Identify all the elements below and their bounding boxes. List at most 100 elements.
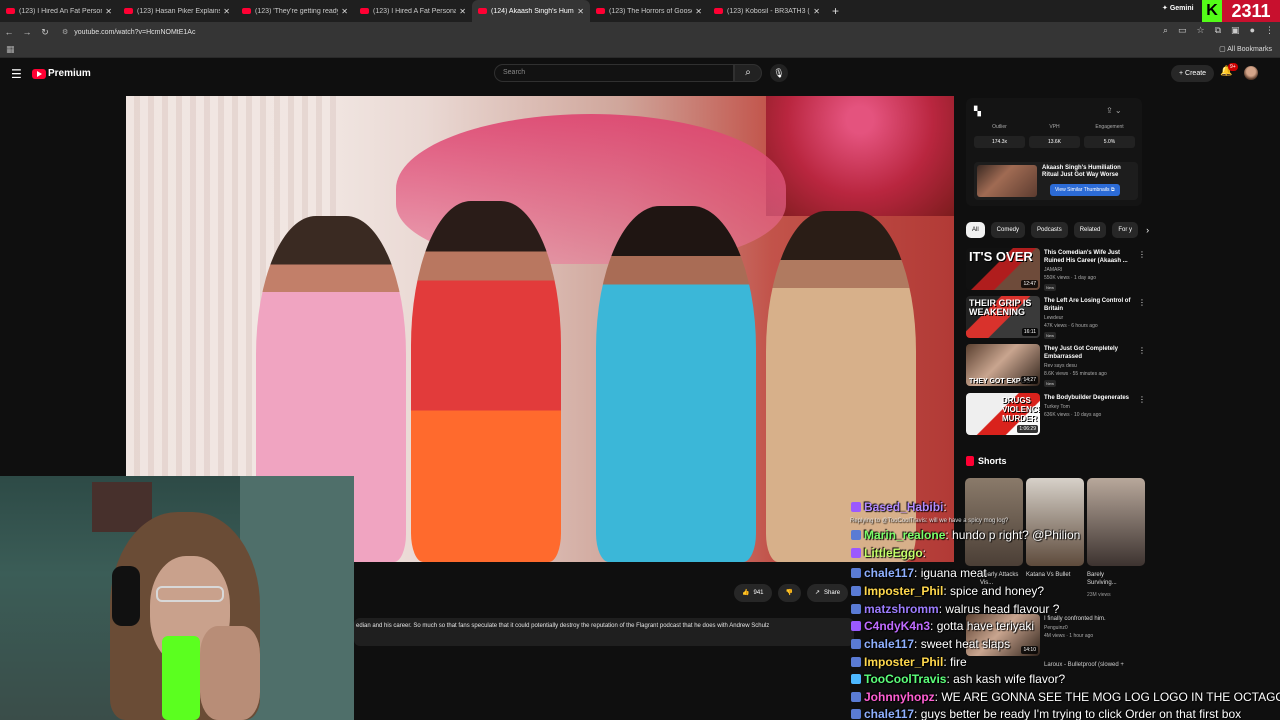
chat-username: chale117 (864, 707, 915, 720)
channel-name[interactable]: Lewdeur (1044, 315, 1063, 321)
more-options-icon[interactable]: ⋮ (1138, 250, 1146, 259)
chip-for-you[interactable]: For y (1112, 222, 1139, 238)
youtube-favicon-icon (478, 8, 487, 14)
video-thumbnail[interactable]: THEY GOT EXPOS 14:27 (966, 344, 1040, 386)
glasses-icon (156, 586, 224, 602)
channel-name[interactable]: Turkey Tom (1044, 404, 1070, 410)
new-badge: New (1044, 332, 1057, 339)
forward-icon[interactable]: → (18, 27, 36, 37)
chat-colon: : (914, 707, 921, 720)
stat-outlier: Outlier 174.3x (974, 124, 1025, 148)
close-icon[interactable]: ✕ (695, 7, 702, 16)
browser-tab[interactable]: (123) 'They're getting ready fo✕ (236, 0, 354, 22)
list-item[interactable]: IT'S OVER 12:47 This Comedian's Wife Just… (966, 248, 1146, 292)
browser-tab[interactable]: (123) Hasan Piker Explains Why✕ (118, 0, 236, 22)
hamburger-menu-icon[interactable]: ☰ (11, 67, 22, 81)
avatar[interactable] (1244, 66, 1258, 80)
chat-message: Imposter_Phil: spice and honey? (848, 582, 1280, 600)
tab-title: (123) The Horrors of Gooser Si (609, 7, 692, 15)
close-icon[interactable]: ✕ (341, 7, 348, 16)
address-bar[interactable]: ⚙ youtube.com/watch?v=HcmNOMtE1Ac (62, 28, 195, 37)
close-icon[interactable]: ✕ (105, 7, 112, 16)
chat-message: LittleEggo: (848, 544, 1280, 562)
youtube-logo[interactable]: Premium (32, 68, 91, 79)
reload-icon[interactable]: ↻ (36, 27, 54, 38)
chat-colon: : (930, 619, 937, 633)
voice-search-button[interactable]: 🎙 (770, 64, 788, 82)
list-item[interactable]: THEY GOT EXPOS 14:27 They Just Got Comple… (966, 344, 1146, 388)
chat-message: matzshromm: walrus head flavour ? (848, 600, 1280, 618)
video-thumbnail[interactable]: IT'S OVER 12:47 (966, 248, 1040, 290)
list-item[interactable]: DRUGS VIOLENCE MURDER 1:06:29 The Bodybui… (966, 393, 1146, 437)
chat-text: ash kash wife flavor? (953, 672, 1066, 686)
youtube-favicon-icon (360, 8, 369, 14)
chip-podcasts[interactable]: Podcasts (1031, 222, 1068, 238)
back-icon[interactable]: ← (0, 27, 18, 37)
browser-tab[interactable]: (123) The Horrors of Gooser Si✕ (590, 0, 708, 22)
bookmark-star-icon[interactable]: ☆ (1197, 25, 1205, 36)
chevron-right-icon[interactable]: › (1146, 225, 1149, 235)
list-item[interactable]: THEIR GRIP IS WEAKENING 16:11 The Left Ar… (966, 296, 1146, 340)
cast-icon[interactable]: ▭ (1178, 25, 1187, 36)
youtube-favicon-icon (124, 8, 133, 14)
apps-grid-icon[interactable]: ▦ (6, 44, 15, 55)
gemini-label: Gemini (1169, 5, 1194, 12)
video-description[interactable]: edian and his career. So much so that fa… (354, 618, 854, 646)
browser-tab-active[interactable]: (124) Akaash Singh's Humil ✕ (472, 0, 590, 22)
view-similar-thumbnails-button[interactable]: View Similar Thumbnails ⧉ (1050, 184, 1120, 196)
video-title[interactable]: This Comedian's Wife Just Ruined His Car… (1044, 249, 1134, 265)
thumbnail-image (977, 165, 1037, 197)
video-meta: 550K views · 1 day ago (1044, 275, 1096, 281)
site-info-icon[interactable]: ⚙ (62, 28, 68, 36)
chat-colon: : (922, 546, 927, 560)
chat-badge-icon (851, 709, 861, 719)
dislike-button[interactable]: 👎 (777, 584, 801, 602)
chat-badge-icon (851, 502, 861, 512)
close-icon[interactable]: ✕ (813, 7, 820, 16)
browser-tab[interactable]: (123) I Hired An Fat Personal Tr✕ (0, 0, 118, 22)
more-options-icon[interactable]: ⋮ (1138, 298, 1146, 307)
tab-title: (123) Hasan Piker Explains Why (137, 7, 221, 15)
search-icon: ⌕ (745, 67, 751, 78)
chip-comedy[interactable]: Comedy (990, 222, 1026, 238)
chip-related[interactable]: Related (1073, 222, 1107, 238)
channel-name[interactable]: JAMARI (1044, 267, 1062, 273)
youtube-header: ☰ Premium Search ⌕ 🎙 + Create 🔔 9+ (0, 58, 1280, 90)
chip-all[interactable]: All (966, 222, 985, 238)
chat-message: chale117: iguana meat (848, 564, 1280, 582)
close-icon[interactable]: ✕ (223, 7, 230, 16)
gemini-button[interactable]: ✦ Gemini (1162, 4, 1194, 12)
browser-tab[interactable]: (123) I Hired A Fat Personal Trai✕ (354, 0, 472, 22)
video-title[interactable]: The Bodybuilder Degenerates (1044, 394, 1134, 402)
new-tab-button[interactable]: + (832, 4, 839, 18)
all-bookmarks-label: All Bookmarks (1227, 46, 1272, 53)
video-thumbnail[interactable]: THEIR GRIP IS WEAKENING 16:11 (966, 296, 1040, 338)
chat-text: hundo p right? @Philion (952, 528, 1081, 542)
tab-title: (123) I Hired A Fat Personal Trai (373, 7, 457, 15)
chat-username: Johnnyhopz (864, 690, 935, 704)
close-icon[interactable]: ✕ (577, 7, 584, 16)
share-button[interactable]: ↗ Share (806, 584, 849, 602)
search-button[interactable]: ⌕ (734, 64, 762, 82)
all-bookmarks-button[interactable]: ▢ All Bookmarks (1219, 45, 1272, 53)
menu-icon[interactable]: ⋮ (1265, 25, 1274, 36)
profile-icon[interactable]: ● (1250, 25, 1255, 36)
browser-tab[interactable]: (123) Kobosil - BR3ATH3 (Offici✕ (708, 0, 826, 22)
downloads-icon[interactable]: ▣ (1231, 25, 1240, 36)
extensions-icon[interactable]: ⧉ (1215, 25, 1221, 36)
video-title[interactable]: The Left Are Losing Control of Britain (1044, 297, 1134, 313)
export-icon[interactable]: ⇪ ⌄ (1106, 106, 1122, 115)
more-options-icon[interactable]: ⋮ (1138, 346, 1146, 355)
search-input[interactable]: Search (494, 64, 734, 82)
zoom-icon[interactable]: ⌕ (1163, 25, 1168, 36)
video-title[interactable]: They Just Got Completely Embarrassed (1044, 345, 1134, 361)
like-button[interactable]: 👍 941 (734, 584, 772, 602)
video-thumbnail[interactable]: DRUGS VIOLENCE MURDER 1:06:29 (966, 393, 1040, 435)
duration-badge: 16:11 (1021, 328, 1038, 336)
create-button[interactable]: + Create (1171, 65, 1215, 82)
thumbnail-text: DRUGS VIOLENCE MURDER (1002, 396, 1040, 423)
stream-chat-overlay: Based_Habibi: Replying to @TooCoolTravis… (848, 498, 1280, 720)
channel-name[interactable]: Rev says desu (1044, 363, 1077, 369)
close-icon[interactable]: ✕ (459, 7, 466, 16)
more-options-icon[interactable]: ⋮ (1138, 395, 1146, 404)
